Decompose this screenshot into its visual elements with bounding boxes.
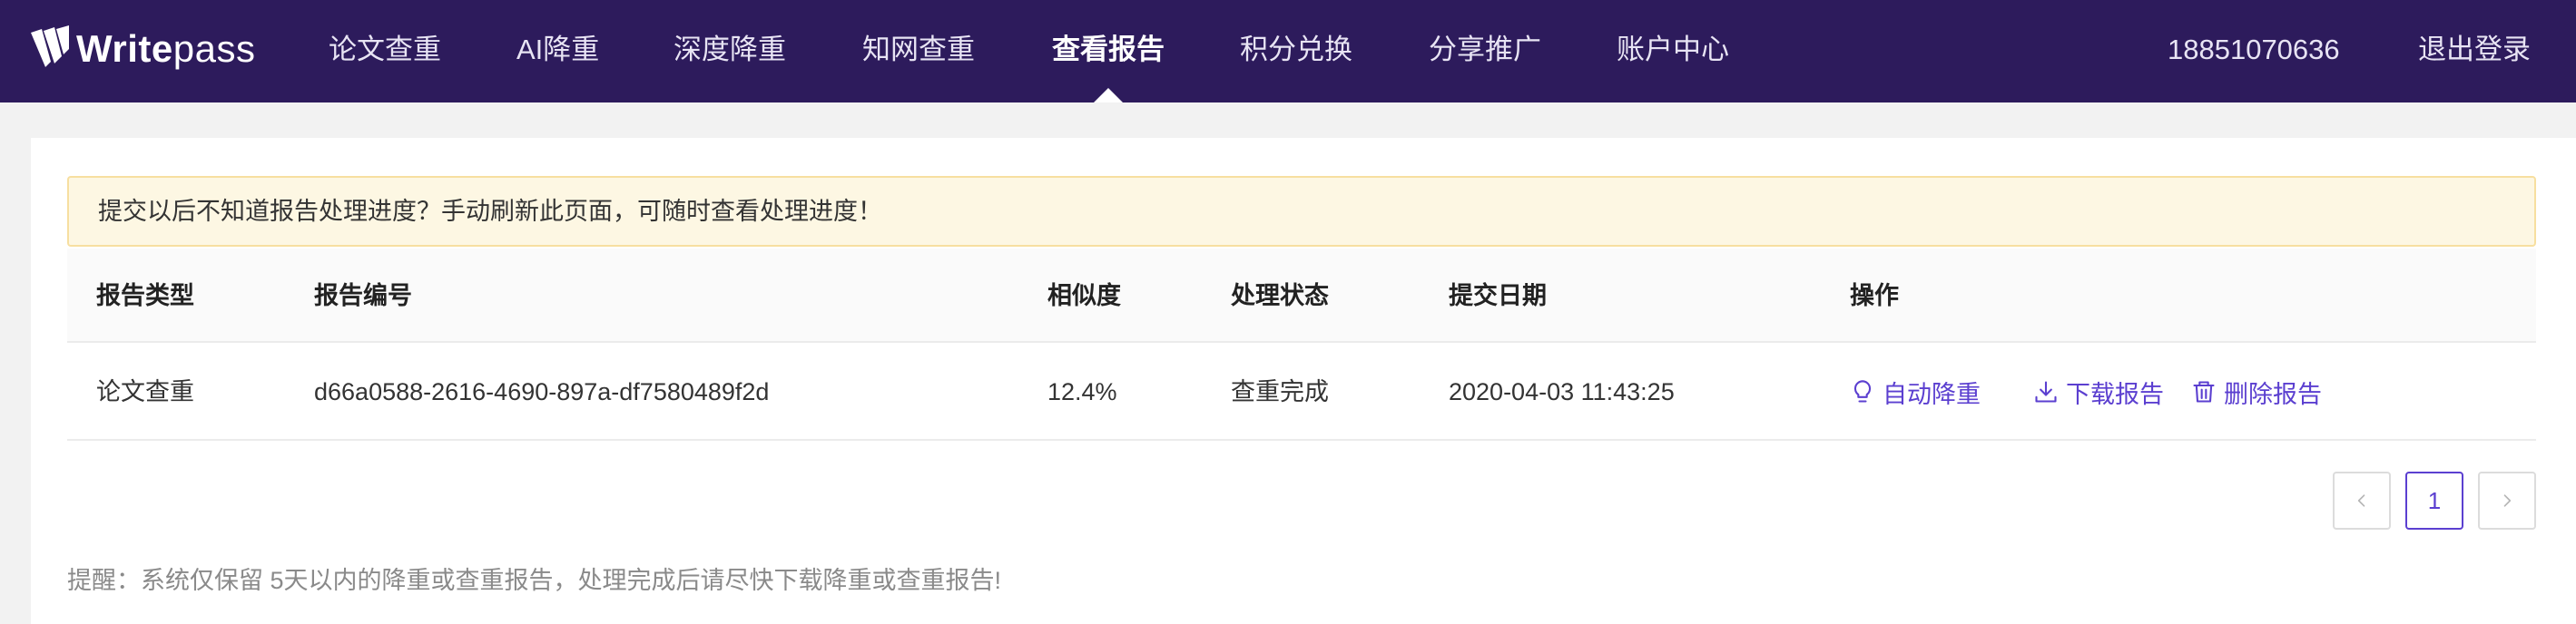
user-phone[interactable]: 18851070636 — [2168, 0, 2340, 102]
logout-link[interactable]: 退出登录 — [2418, 0, 2531, 102]
table-header: 报告类型 报告编号 相似度 处理状态 提交日期 操作 — [67, 249, 2536, 343]
download-report-button[interactable]: 下载报告 — [2033, 343, 2164, 441]
active-tab-indicator — [1094, 88, 1123, 102]
column-header-id: 报告编号 — [314, 282, 412, 309]
lightbulb-icon — [1853, 380, 1872, 403]
nav-item-paper-check[interactable]: 论文查重 — [329, 0, 441, 102]
download-report-label: 下载报告 — [2066, 380, 2164, 408]
nav-item-account-center[interactable]: 账户中心 — [1617, 0, 1729, 102]
nav-item-points-exchange[interactable]: 积分兑换 — [1240, 0, 1352, 102]
brand-logo[interactable]: Writepass — [29, 20, 255, 78]
top-navigation-bar: Writepass 论文查重 AI降重 深度降重 知网查重 查看报告 积分兑换 … — [0, 0, 2576, 102]
download-icon — [2035, 381, 2057, 403]
date-cell: 2020-04-03 11:43:25 — [1449, 378, 1675, 405]
writepass-logo-icon — [31, 25, 69, 67]
column-header-date: 提交日期 — [1449, 282, 1547, 309]
nav-item-view-reports-label: 查看报告 — [1052, 34, 1165, 65]
pagination-page-1[interactable]: 1 — [2405, 472, 2463, 530]
chevron-left-icon — [2357, 494, 2365, 507]
nav-item-ai-rewrite[interactable]: AI降重 — [516, 0, 599, 102]
status-cell: 查重完成 — [1231, 378, 1329, 405]
reports-card: 提交以后不知道报告处理进度？手动刷新此页面，可随时查看处理进度！ 报告类型 报告… — [31, 138, 2576, 624]
column-header-actions: 操作 — [1850, 282, 1899, 309]
column-header-status: 处理状态 — [1231, 282, 1329, 309]
nav-item-deep-rewrite[interactable]: 深度降重 — [673, 0, 786, 102]
nav-item-cnki-check[interactable]: 知网查重 — [862, 0, 975, 102]
retention-reminder: 提醒：系统仅保留 5天以内的降重或查重报告，处理完成后请尽快下载降重或查重报告! — [67, 567, 1002, 594]
auto-rewrite-label: 自动降重 — [1883, 380, 1981, 408]
progress-notice: 提交以后不知道报告处理进度？手动刷新此页面，可随时查看处理进度！ — [67, 176, 2536, 247]
nav-item-view-reports[interactable]: 查看报告 — [1052, 0, 1165, 102]
report-type-cell: 论文查重 — [96, 378, 194, 405]
similarity-cell: 12.4% — [1047, 378, 1117, 405]
auto-rewrite-button[interactable]: 自动降重 — [1850, 343, 1981, 441]
column-header-type: 报告类型 — [96, 282, 194, 309]
report-id-cell: d66a0588-2616-4690-897a-df7580489f2d — [314, 378, 770, 405]
table-row: 论文查重 d66a0588-2616-4690-897a-df7580489f2… — [67, 343, 2536, 441]
delete-report-button[interactable]: 删除报告 — [2191, 343, 2322, 441]
trash-icon — [2193, 381, 2215, 403]
nav-item-share-promote[interactable]: 分享推广 — [1429, 0, 1541, 102]
pagination-next-button[interactable] — [2478, 472, 2536, 530]
chevron-right-icon — [2503, 494, 2512, 507]
column-header-similarity: 相似度 — [1047, 282, 1121, 309]
pagination-prev-button[interactable] — [2333, 472, 2391, 530]
delete-report-label: 删除报告 — [2224, 380, 2322, 408]
brand-name: Writepass — [76, 27, 256, 70]
